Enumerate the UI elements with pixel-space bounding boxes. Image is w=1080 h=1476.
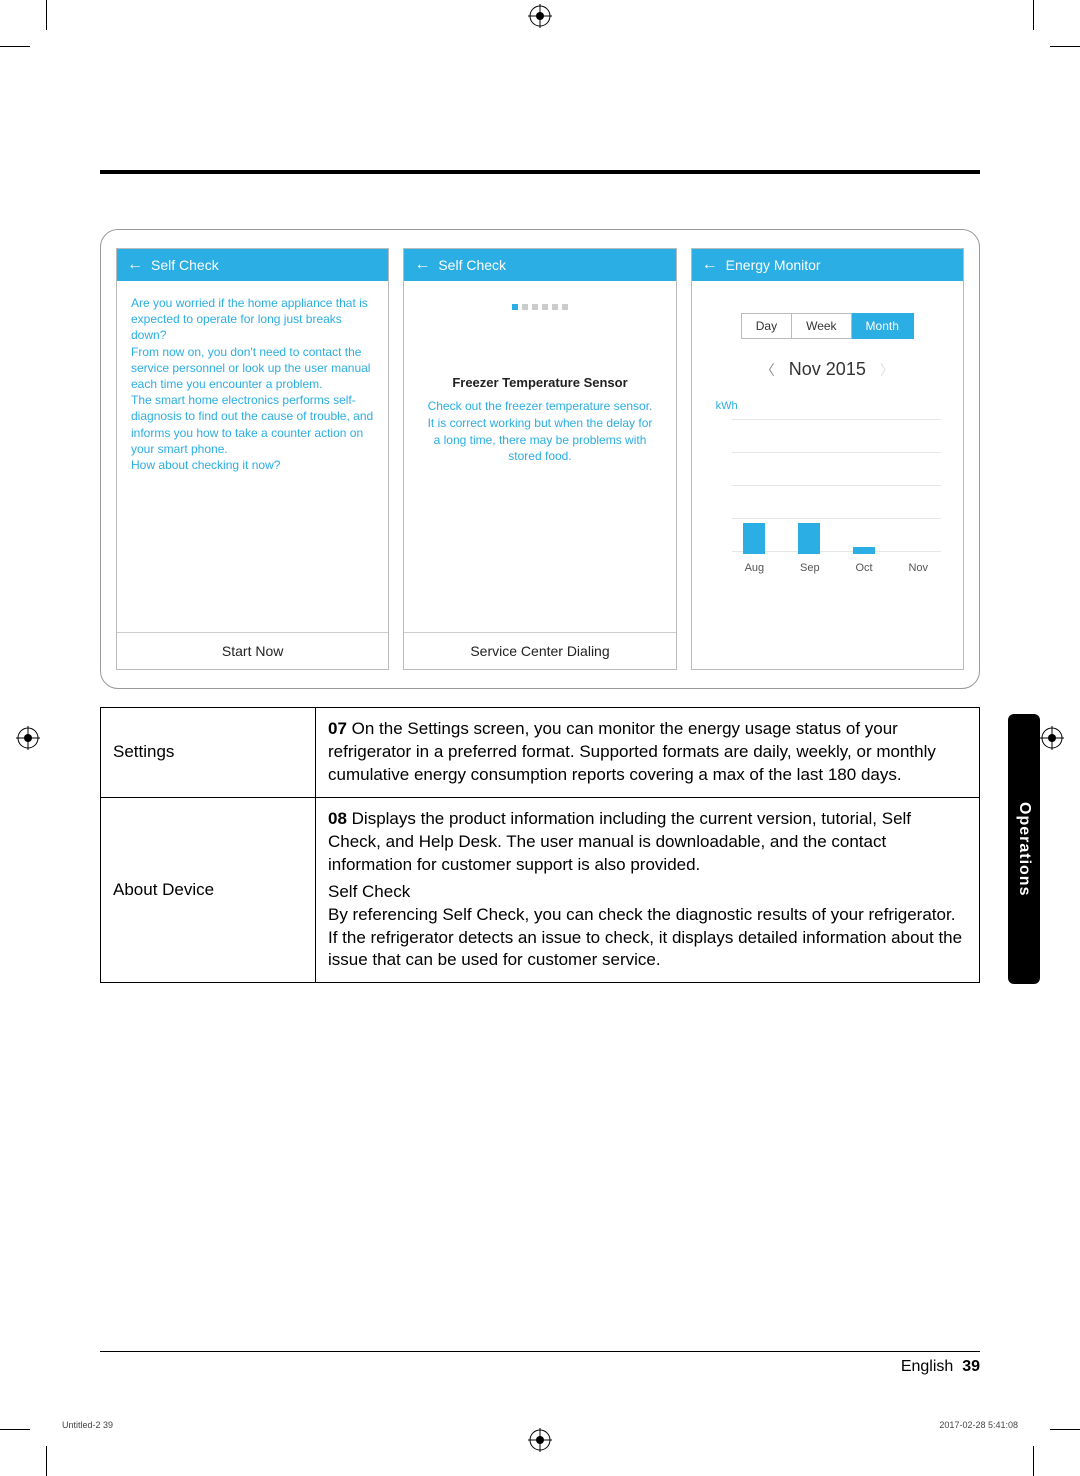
screen-header[interactable]: ← Self Check [117,249,388,281]
screen-self-check-intro: ← Self Check Are you worried if the home… [116,248,389,670]
table-row: About Device 08 Displays the product inf… [101,797,980,983]
bar-oct [853,547,875,554]
back-arrow-icon[interactable]: ← [127,256,143,274]
screen-title: Energy Monitor [726,257,821,273]
screen-title: Self Check [151,257,219,273]
service-center-dialing-button[interactable]: Service Center Dialing [404,632,675,669]
self-check-subheading: Self Check [328,881,967,904]
date-label: Nov 2015 [789,359,866,380]
start-now-button[interactable]: Start Now [117,632,388,669]
back-arrow-icon[interactable]: ← [702,256,718,274]
registration-mark-icon [1040,726,1064,750]
tab-day[interactable]: Day [741,313,792,339]
bar-sep [798,523,820,554]
registration-mark-icon [528,4,552,28]
section-tab-operations: Operations [1008,714,1040,984]
xlabel: Nov [908,562,928,574]
sensor-title: Freezer Temperature Sensor [418,375,661,390]
print-meta-right: 2017-02-28 5:41:08 [939,1420,1018,1430]
row-label-settings: Settings [101,708,316,798]
info-table: Settings 07 On the Settings screen, you … [100,707,980,983]
self-check-intro-text: Are you worried if the home appliance th… [131,295,374,473]
footer-language: English [901,1358,953,1375]
screens-container: ← Self Check Are you worried if the home… [100,229,980,689]
xlabel: Oct [855,562,872,574]
row-text-about-device: 08 Displays the product information incl… [316,797,980,983]
chart-ylabel: kWh [716,400,738,412]
print-meta-left: Untitled-2 39 [62,1420,113,1430]
row-number: 07 [328,719,347,738]
screen-header[interactable]: ← Energy Monitor [692,249,963,281]
row-label-about-device: About Device [101,797,316,983]
screen-energy-monitor: ← Energy Monitor Day Week Month 〈 Nov 20… [691,248,964,670]
registration-mark-icon [16,726,40,750]
energy-bar-chart: kWh Aug Sep Oct [714,404,941,574]
back-arrow-icon[interactable]: ← [414,256,430,274]
screen-title: Self Check [438,257,506,273]
row-number: 08 [328,809,347,828]
bar-aug [743,523,765,554]
page-number: 39 [962,1358,980,1375]
screen-header[interactable]: ← Self Check [404,249,675,281]
date-navigator: 〈 Nov 2015 〉 [706,359,949,380]
xlabel: Sep [800,562,820,574]
screen-self-check-result: ← Self Check Freezer Temperature Sensor … [403,248,676,670]
page-dots [418,297,661,315]
xlabel: Aug [745,562,765,574]
tab-month[interactable]: Month [852,313,914,339]
page-footer: English 39 [100,1351,980,1376]
period-tabs: Day Week Month [706,313,949,339]
tab-week[interactable]: Week [792,313,851,339]
chevron-right-icon[interactable]: 〉 [880,360,894,380]
row-text-settings: 07 On the Settings screen, you can monit… [316,708,980,798]
table-row: Settings 07 On the Settings screen, you … [101,708,980,798]
chevron-left-icon[interactable]: 〈 [761,360,775,380]
sensor-description: Check out the freezer temperature sensor… [418,398,661,465]
registration-mark-icon [528,1428,552,1452]
